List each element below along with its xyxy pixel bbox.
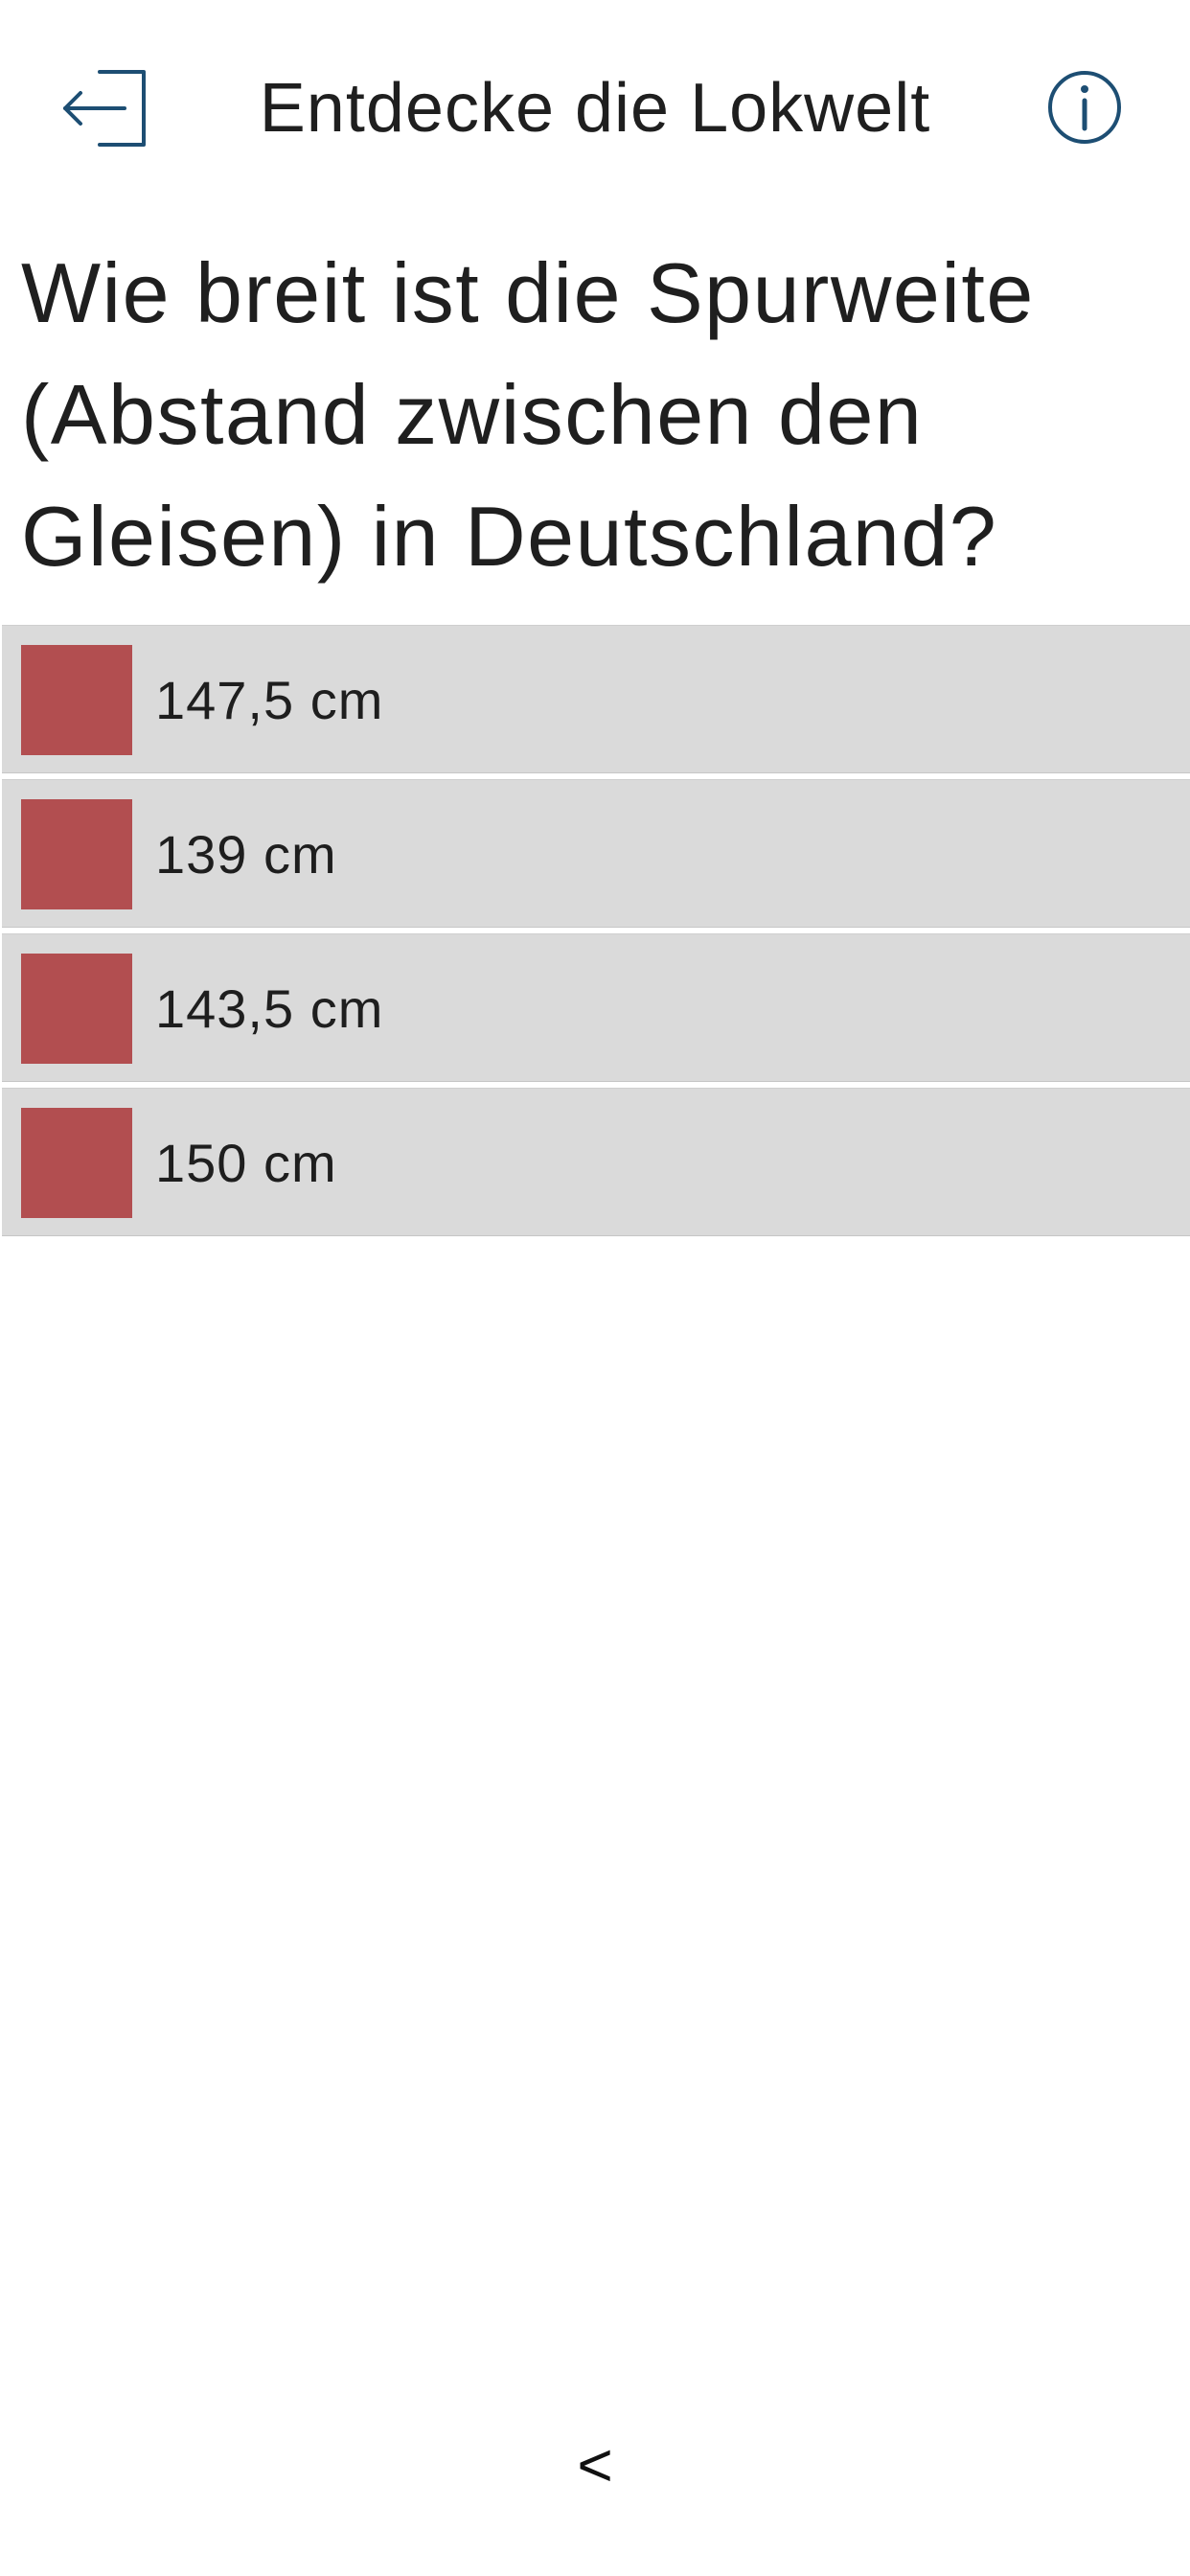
answer-label: 139 cm [155, 824, 337, 885]
answer-marker [21, 799, 132, 909]
info-button[interactable] [1046, 69, 1123, 146]
back-button[interactable]: < [557, 2426, 633, 2503]
answer-option[interactable]: 139 cm [2, 779, 1190, 928]
answer-label: 150 cm [155, 1133, 337, 1193]
answer-label: 143,5 cm [155, 978, 384, 1039]
page-title: Entdecke die Lokwelt [259, 70, 931, 147]
answer-option[interactable]: 147,5 cm [2, 625, 1190, 773]
answer-marker [21, 1108, 132, 1218]
answer-marker [21, 954, 132, 1064]
question-text: Wie breit ist die Spurweite (Abstand zwi… [21, 245, 1035, 584]
quiz-screen: Entdecke die Lokwelt Wie breit ist die S… [0, 0, 1190, 2576]
exit-icon [63, 70, 146, 147]
answer-label: 147,5 cm [155, 670, 384, 730]
answer-marker [21, 645, 132, 755]
answer-list: 147,5 cm 139 cm 143,5 cm 150 cm [2, 625, 1190, 1242]
exit-button[interactable] [59, 68, 151, 150]
info-icon [1048, 71, 1121, 144]
answer-option[interactable]: 150 cm [2, 1088, 1190, 1236]
app-header: Entdecke die Lokwelt [0, 38, 1190, 177]
answer-option[interactable]: 143,5 cm [2, 933, 1190, 1082]
